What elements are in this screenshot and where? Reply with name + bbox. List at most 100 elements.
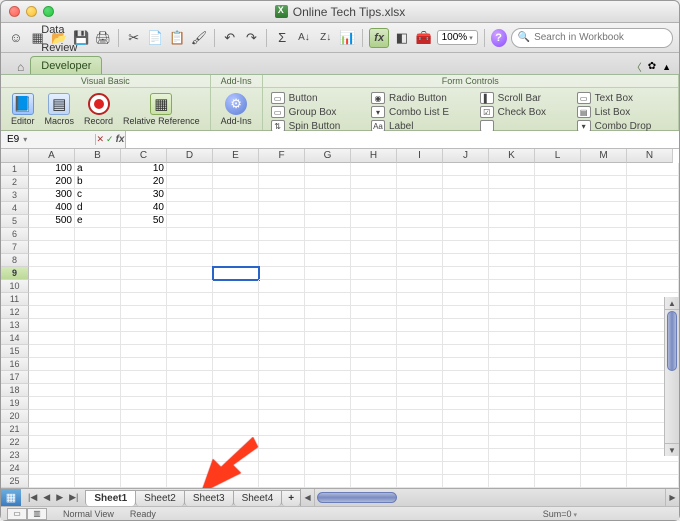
cell[interactable] [213, 384, 259, 397]
cell[interactable] [167, 410, 213, 423]
cell[interactable] [259, 280, 305, 293]
column-header[interactable]: I [397, 149, 443, 163]
cell[interactable] [627, 254, 679, 267]
cell[interactable] [259, 241, 305, 254]
cell[interactable] [259, 475, 305, 488]
cell[interactable] [167, 215, 213, 228]
cell[interactable] [535, 319, 581, 332]
row-header[interactable]: 1 [1, 163, 29, 176]
cell[interactable] [489, 176, 535, 189]
cell[interactable] [259, 397, 305, 410]
cell[interactable] [351, 267, 397, 280]
zoom-select[interactable]: 100%▾ [437, 30, 478, 45]
cell[interactable] [489, 228, 535, 241]
cell[interactable] [75, 241, 121, 254]
cell[interactable] [29, 319, 75, 332]
cell[interactable] [75, 423, 121, 436]
cell[interactable] [167, 306, 213, 319]
cell[interactable] [443, 254, 489, 267]
page-layout-view-button[interactable]: ▥ [27, 508, 47, 520]
cell[interactable] [305, 176, 351, 189]
cell[interactable] [75, 280, 121, 293]
cell[interactable] [581, 436, 627, 449]
cell[interactable] [351, 423, 397, 436]
cell[interactable] [213, 332, 259, 345]
cell[interactable] [167, 449, 213, 462]
cell[interactable] [213, 254, 259, 267]
scroll-down-icon[interactable]: ▼ [665, 443, 679, 456]
cell[interactable] [259, 319, 305, 332]
cell[interactable] [167, 397, 213, 410]
cell[interactable] [581, 319, 627, 332]
cell[interactable] [75, 371, 121, 384]
cell[interactable] [351, 384, 397, 397]
cell[interactable] [213, 345, 259, 358]
cell[interactable] [397, 228, 443, 241]
cell[interactable] [397, 293, 443, 306]
cell[interactable] [167, 241, 213, 254]
cell[interactable] [75, 436, 121, 449]
row-header[interactable]: 13 [1, 319, 29, 332]
cell[interactable] [259, 371, 305, 384]
cell[interactable] [75, 462, 121, 475]
cell[interactable]: 10 [121, 163, 167, 176]
horizontal-scrollbar[interactable]: ◀ ▶ [300, 489, 679, 506]
cell[interactable] [535, 280, 581, 293]
cell[interactable] [489, 319, 535, 332]
cell[interactable] [581, 254, 627, 267]
cell[interactable] [535, 384, 581, 397]
cell[interactable] [397, 176, 443, 189]
column-header[interactable]: A [29, 149, 75, 163]
cell[interactable] [443, 371, 489, 384]
column-header[interactable]: H [351, 149, 397, 163]
cell[interactable] [535, 462, 581, 475]
cell[interactable] [305, 475, 351, 488]
cell[interactable] [581, 280, 627, 293]
vertical-scrollbar[interactable]: ▲ ▼ [664, 297, 679, 456]
cell[interactable] [213, 449, 259, 462]
cell[interactable] [535, 293, 581, 306]
cell[interactable] [627, 462, 679, 475]
cell[interactable] [581, 475, 627, 488]
cell[interactable] [259, 345, 305, 358]
ribbon-collapse-icon[interactable]: 〈 [632, 59, 642, 74]
sheet-prev-icon[interactable]: ◀ [40, 492, 53, 503]
row-header[interactable]: 23 [1, 449, 29, 462]
cell[interactable] [443, 475, 489, 488]
row-header[interactable]: 8 [1, 254, 29, 267]
cell[interactable] [213, 202, 259, 215]
cell[interactable]: a [75, 163, 121, 176]
form-control-group-box[interactable]: ▭Group Box [271, 106, 359, 118]
cell[interactable] [443, 293, 489, 306]
cell[interactable] [535, 241, 581, 254]
cell[interactable] [489, 423, 535, 436]
cell[interactable] [351, 397, 397, 410]
cell[interactable] [121, 293, 167, 306]
cut-icon[interactable]: ✂ [125, 28, 143, 48]
cell[interactable] [489, 163, 535, 176]
cell[interactable] [167, 332, 213, 345]
cell[interactable] [351, 436, 397, 449]
cell[interactable] [351, 215, 397, 228]
cell[interactable] [29, 358, 75, 371]
cell[interactable] [489, 189, 535, 202]
cell[interactable] [581, 462, 627, 475]
cell[interactable] [443, 449, 489, 462]
cell[interactable] [397, 189, 443, 202]
cell[interactable] [489, 215, 535, 228]
ribbon-minimize-icon[interactable]: ▲ [662, 62, 671, 72]
cell[interactable] [397, 384, 443, 397]
cell[interactable] [397, 267, 443, 280]
cell[interactable] [443, 397, 489, 410]
cell[interactable] [259, 215, 305, 228]
cell[interactable] [167, 228, 213, 241]
form-control-radio-button[interactable]: ◉Radio Button [371, 92, 468, 104]
cell[interactable]: c [75, 189, 121, 202]
column-header[interactable]: J [443, 149, 489, 163]
cell[interactable] [167, 254, 213, 267]
cell[interactable] [213, 475, 259, 488]
cell[interactable] [443, 202, 489, 215]
column-header[interactable]: D [167, 149, 213, 163]
cell[interactable]: b [75, 176, 121, 189]
cell[interactable] [351, 462, 397, 475]
